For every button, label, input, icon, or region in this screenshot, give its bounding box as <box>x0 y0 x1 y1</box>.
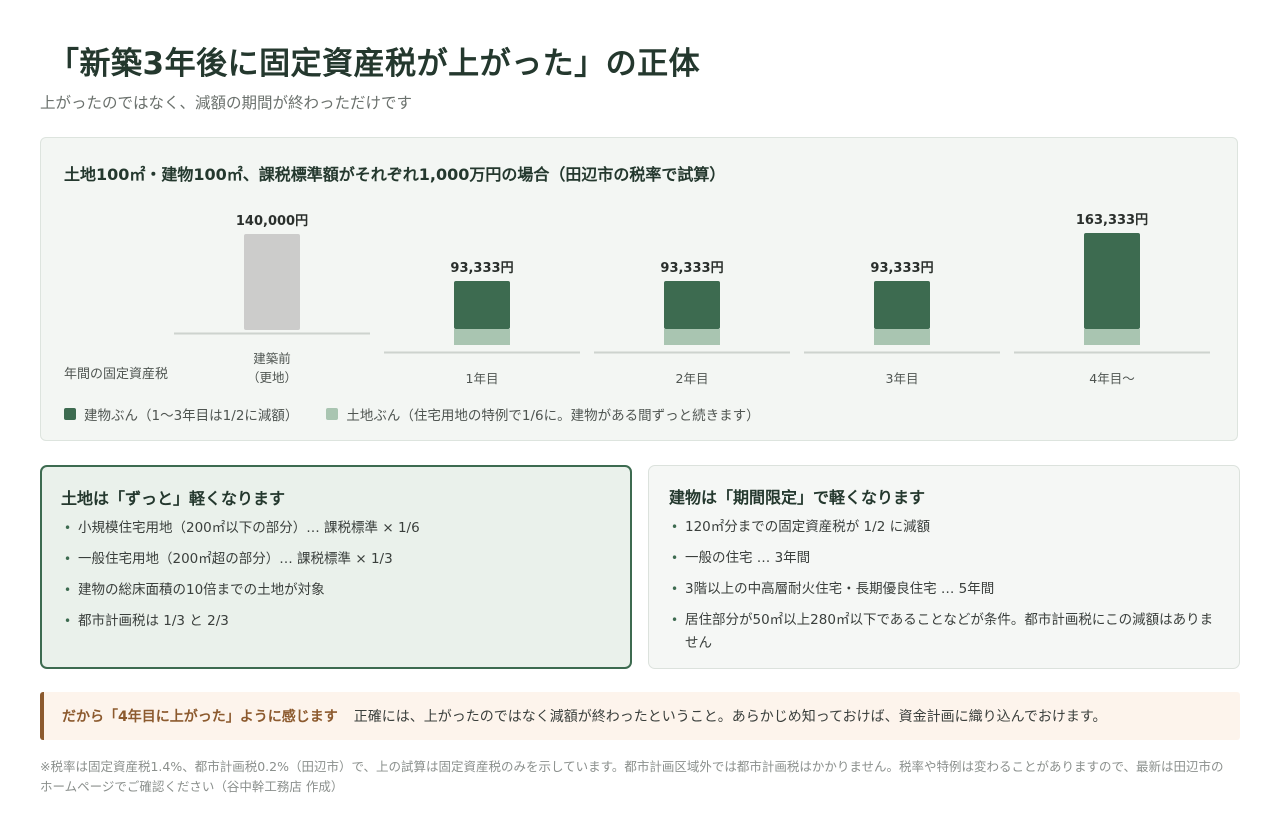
bar-land-2 <box>664 329 720 345</box>
land-card-list: 小規模住宅用地（200㎡以下の部分）… 課税標準 × 1/6 一般住宅用地（20… <box>62 517 612 641</box>
total-label-4: 163,333円 <box>1076 213 1148 228</box>
legend-label-land: 土地ぶん（住宅用地の特例で1/6に。建物がある間ずっと続きます） <box>346 408 760 424</box>
list-item: 小規模住宅用地（200㎡以下の部分）… 課税標準 × 1/6 <box>62 517 612 540</box>
chart-heading: 土地100㎡・建物100㎡、課税標準額がそれぞれ1,000万円の場合（田辺市の税… <box>64 165 726 184</box>
chart-legend: 建物ぶん（1〜3年目は1/2に減額） 土地ぶん（住宅用地の特例で1/6に。建物が… <box>64 404 788 424</box>
bar-vacant-land <box>244 233 300 330</box>
category-label-0: （更地） <box>247 370 297 385</box>
page-subtitle: 上がったのではなく、減額の期間が終わっただけです <box>40 94 413 112</box>
list-item: 建物の総床面積の10倍までの土地が対象 <box>62 579 612 602</box>
category-label-3: 3年目 <box>886 371 919 386</box>
list-item: 一般住宅用地（200㎡超の部分）… 課税標準 × 1/3 <box>62 548 612 571</box>
list-item: 居住部分が50㎡以上280㎡以下であることなどが条件。都市計画税にこの減額はあり… <box>669 609 1219 655</box>
list-item: 120㎡分までの固定資産税が 1/2 に減額 <box>669 516 1219 539</box>
building-card: 建物は「期間限定」で軽くなります 120㎡分までの固定資産税が 1/2 に減額 … <box>648 465 1240 669</box>
bar-land-1 <box>454 329 510 345</box>
footnote: ※税率は固定資産税1.4%、都市計画税0.2%（田辺市）で、上の試算は固定資産税… <box>40 759 1224 794</box>
building-card-list: 120㎡分までの固定資産税が 1/2 に減額 一般の住宅 … 3年間 3階以上の… <box>669 516 1219 663</box>
list-item: 一般の住宅 … 3年間 <box>669 547 1219 570</box>
bar-building-4 <box>1084 233 1140 330</box>
page-title: 「新築3年後に固定資産税が上がった」の正体 <box>48 46 701 82</box>
category-label-2: 2年目 <box>676 371 709 386</box>
land-card-title: 土地は「ずっと」軽くなります <box>61 489 286 508</box>
chart-card: 140,000円 建築前 （更地） 93,333円 1年目 93,333円 2年目 93,33… <box>40 137 1238 441</box>
bar-building-3 <box>874 281 930 330</box>
total-label-0: 140,000円 <box>236 214 308 229</box>
list-item: 3階以上の中高層耐火住宅・長期優良住宅 … 5年間 <box>669 578 1219 601</box>
callout-body: 正確には、上がったのではなく減額が終わったということ。あらかじめ知っておけば、資… <box>353 709 1107 725</box>
legend-swatch-land <box>326 408 339 420</box>
category-label-4: 4年目〜 <box>1089 371 1134 386</box>
legend-label-building: 建物ぶん（1〜3年目は1/2に減額） <box>84 408 299 424</box>
category-label-0: 建築前 <box>253 351 291 366</box>
category-label-1: 1年目 <box>466 371 499 386</box>
callout-lead: だから「4年目に上がった」ように感じます <box>62 709 338 725</box>
bar-building-1 <box>454 281 510 330</box>
bar-land-4 <box>1084 329 1140 345</box>
bar-building-2 <box>664 281 720 330</box>
total-label-2: 93,333円 <box>660 261 723 276</box>
total-label-3: 93,333円 <box>870 261 933 276</box>
legend-swatch-building <box>64 408 76 420</box>
legend-item-land: 土地ぶん（住宅用地の特例で1/6に。建物がある間ずっと続きます） <box>326 404 760 424</box>
bar-land-3 <box>874 329 930 345</box>
callout-banner: だから「4年目に上がった」ように感じます 正確には、上がったのではなく減額が終わ… <box>40 692 1240 740</box>
land-card: 土地は「ずっと」軽くなります 小規模住宅用地（200㎡以下の部分）… 課税標準 … <box>40 465 632 669</box>
legend-item-building: 建物ぶん（1〜3年目は1/2に減額） <box>64 404 298 424</box>
y-axis-label: 年間の固定資産税 <box>64 367 169 382</box>
list-item: 都市計画税は 1/3 と 2/3 <box>62 610 612 633</box>
total-label-1: 93,333円 <box>450 261 513 276</box>
building-card-title: 建物は「期間限定」で軽くなります <box>669 488 926 507</box>
